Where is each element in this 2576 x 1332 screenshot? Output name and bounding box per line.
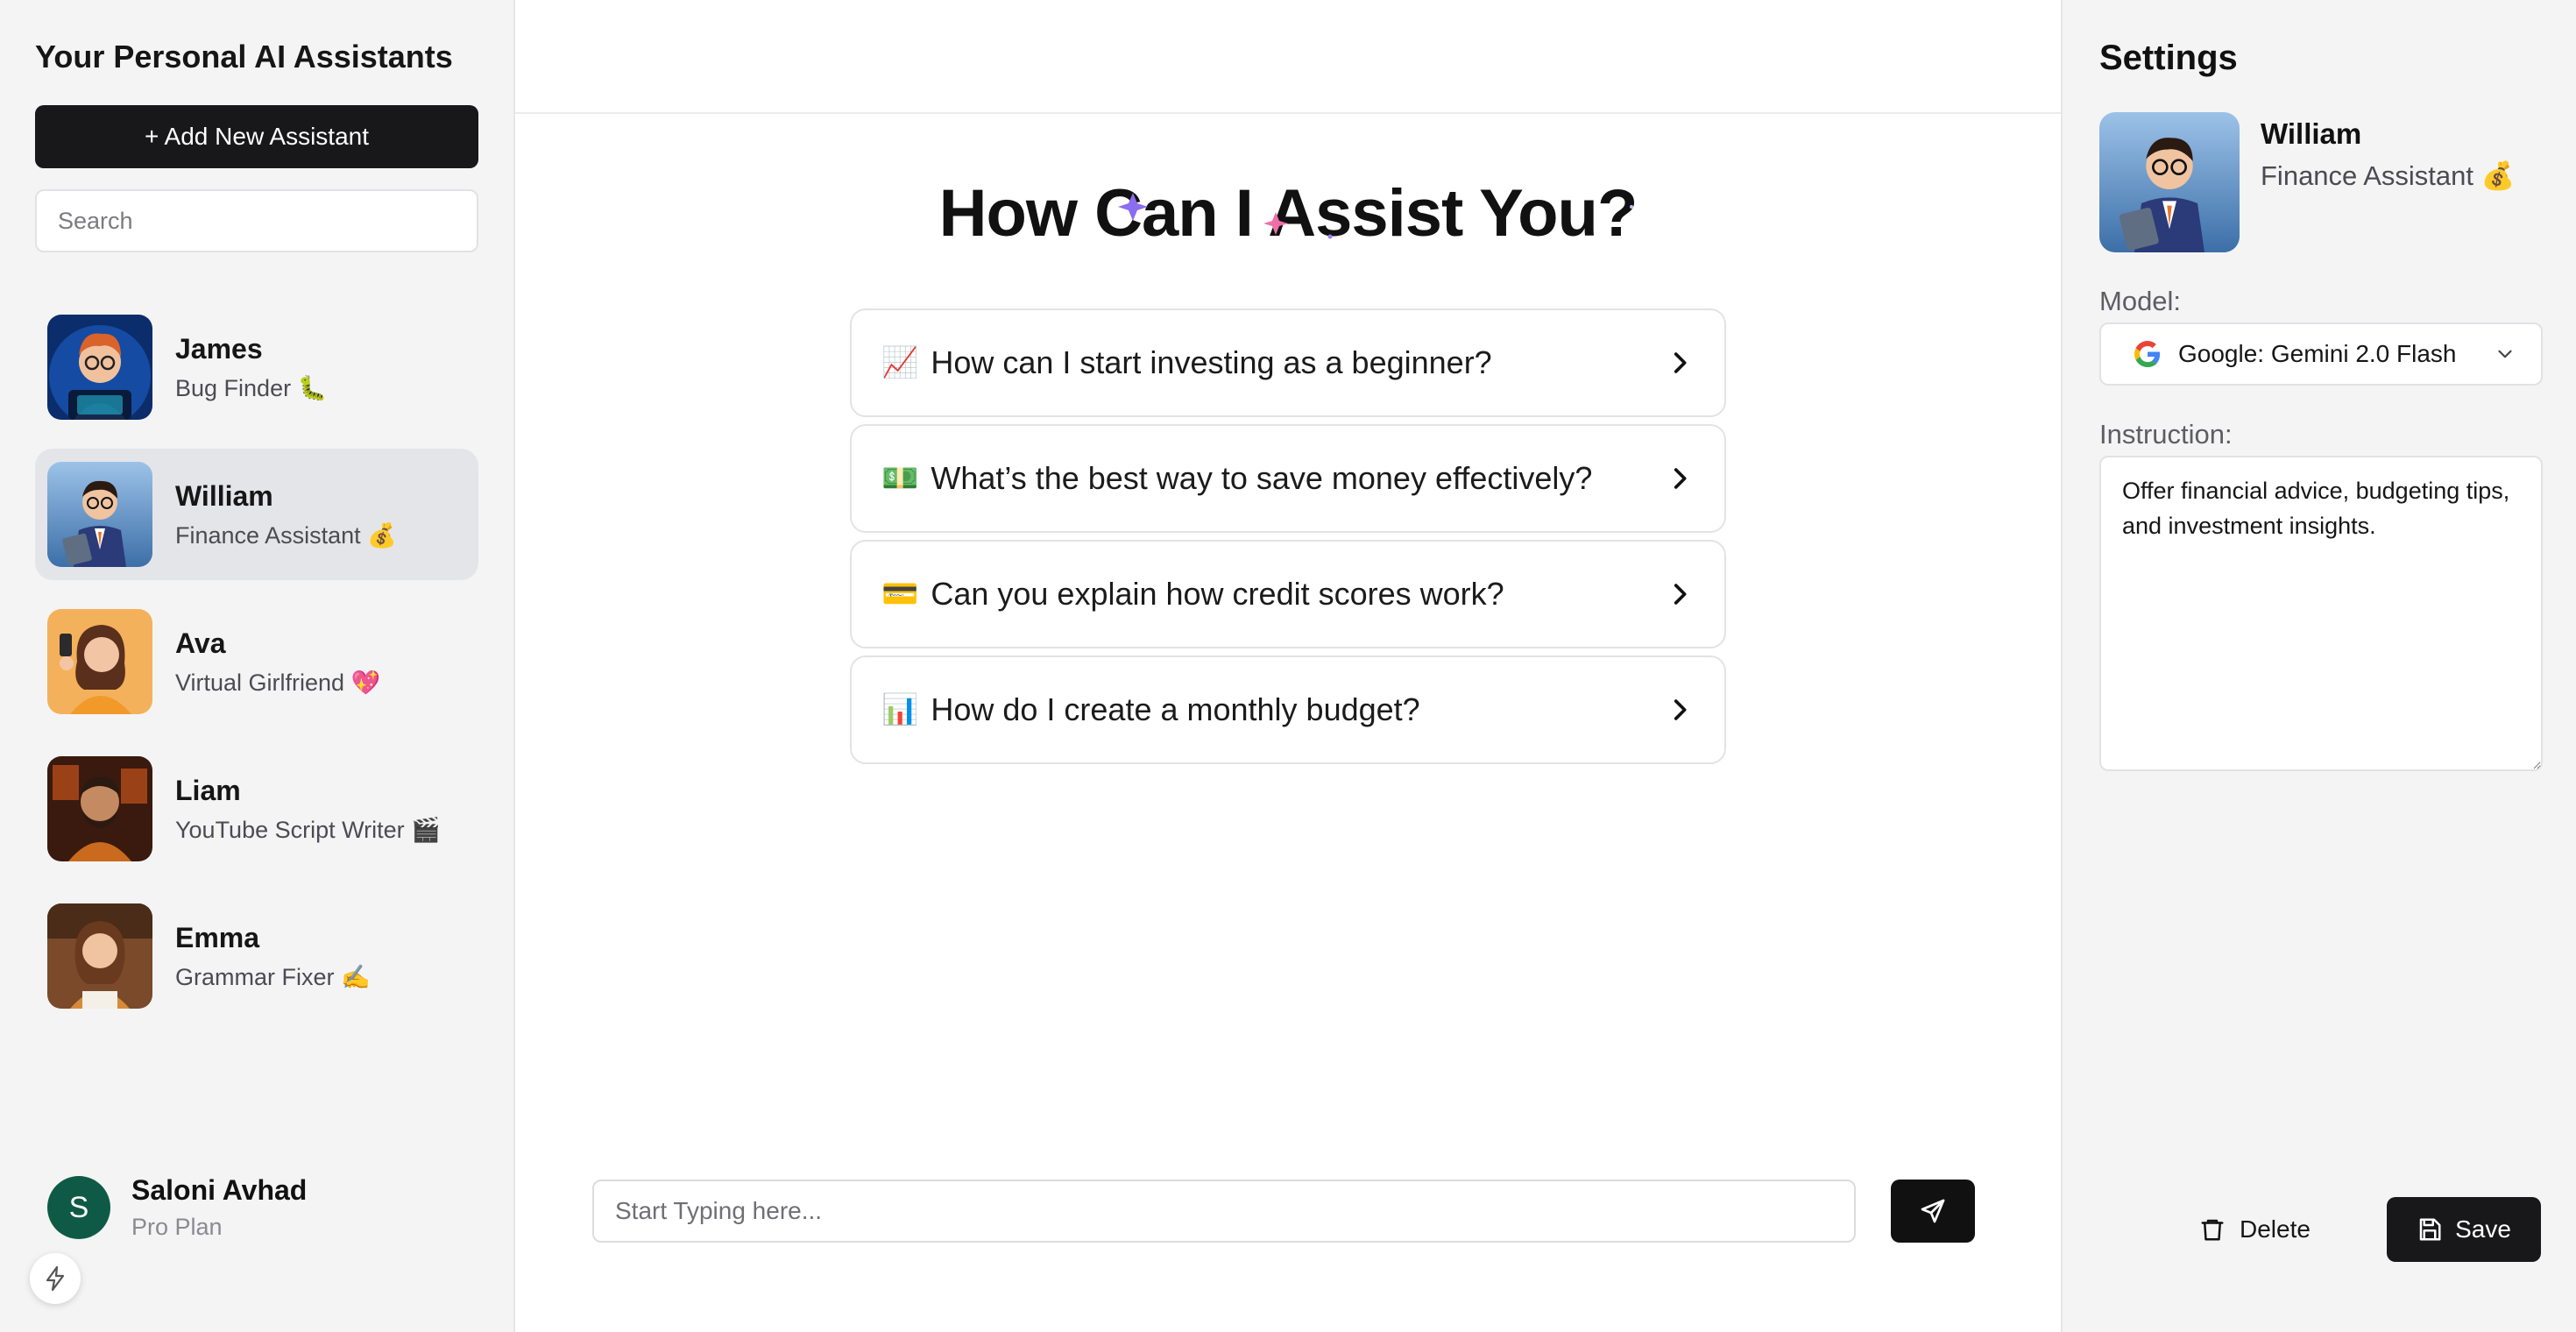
- chat-main: How Can I Assist You? 📈 How can I start …: [515, 0, 2061, 1332]
- assistant-item-james[interactable]: James Bug Finder 🐛: [35, 301, 478, 433]
- suggestion-text: How do I create a monthly budget?: [931, 691, 1420, 727]
- user-name: Saloni Avhad: [131, 1174, 308, 1206]
- google-icon: [2134, 341, 2161, 367]
- suggestion-card[interactable]: 📈 How can I start investing as a beginne…: [850, 308, 1726, 417]
- model-label: Model:: [2099, 286, 2182, 316]
- suggestion-emoji: 💳: [881, 577, 919, 611]
- chevron-down-icon: [2498, 350, 2512, 358]
- message-input[interactable]: [592, 1180, 1856, 1243]
- instruction-field[interactable]: Offer financial advice, budgeting tips, …: [2099, 456, 2543, 771]
- assistant-name: James: [175, 332, 263, 365]
- page-title: How Can I Assist You?: [938, 176, 1638, 251]
- sidebar-title: Your Personal AI Assistants: [35, 39, 453, 74]
- suggestion-text: What’s the best way to save money effect…: [931, 460, 1593, 496]
- main-header: [515, 0, 2061, 114]
- suggestion-emoji: 💵: [881, 462, 919, 495]
- assistant-role: Grammar Fixer ✍️: [175, 963, 371, 990]
- user-avatar: S: [47, 1176, 110, 1239]
- assistant-item-ava[interactable]: Ava Virtual Girlfriend 💖: [35, 596, 478, 727]
- assistant-role: Virtual Girlfriend 💖: [175, 669, 381, 696]
- assistant-name: William: [2261, 117, 2362, 150]
- settings-title: Settings: [2099, 39, 2238, 77]
- avatar: [47, 462, 152, 567]
- suggestion-text: How can I start investing as a beginner?: [931, 344, 1492, 380]
- assistant-name: Emma: [175, 921, 260, 953]
- assistant-item-william[interactable]: William Finance Assistant 💰: [35, 449, 478, 580]
- delete-button[interactable]: Delete: [2199, 1197, 2311, 1262]
- suggestion-card[interactable]: 💵 What’s the best way to save money effe…: [850, 424, 1726, 533]
- suggestion-emoji: 📈: [881, 346, 919, 379]
- user-profile[interactable]: S Saloni Avhad Pro Plan: [47, 1174, 307, 1241]
- assistant-role: Finance Assistant 💰: [175, 521, 397, 549]
- chevron-right-icon: [1674, 699, 1687, 720]
- avatar: [47, 756, 152, 861]
- assistant-item-emma[interactable]: Emma Grammar Fixer ✍️: [35, 890, 478, 1022]
- avatar: [47, 315, 152, 420]
- suggestion-card[interactable]: 📊 How do I create a monthly budget?: [850, 655, 1726, 764]
- user-plan: Pro Plan: [131, 1214, 223, 1240]
- assistant-item-liam[interactable]: Liam YouTube Script Writer 🎬: [35, 743, 478, 875]
- instruction-label: Instruction:: [2099, 419, 2233, 450]
- suggestion-text: Can you explain how credit scores work?: [931, 576, 1504, 612]
- assistant-role: Bug Finder 🐛: [175, 374, 328, 401]
- add-assistant-button[interactable]: + Add New Assistant: [35, 105, 478, 168]
- save-button[interactable]: Save: [2387, 1197, 2541, 1262]
- save-icon: [2419, 1218, 2441, 1241]
- send-icon: [1921, 1199, 1945, 1223]
- assistants-sidebar: Your Personal AI Assistants + Add New As…: [0, 0, 515, 1332]
- suggestion-emoji: 📊: [881, 693, 919, 726]
- trash-icon: [2201, 1219, 2224, 1241]
- model-select[interactable]: Google: Gemini 2.0 Flash: [2099, 322, 2543, 386]
- assistant-name: Ava: [175, 627, 226, 659]
- delete-label: Delete: [2240, 1215, 2311, 1243]
- assistant-avatar[interactable]: [2099, 112, 2240, 252]
- assistant-name: William: [175, 479, 273, 512]
- search-input[interactable]: [35, 189, 478, 252]
- settings-panel: Settings William Finance Assistant 💰 Mod…: [2061, 0, 2576, 1332]
- chevron-right-icon: [1674, 584, 1687, 605]
- model-value: Google: Gemini 2.0 Flash: [2178, 340, 2457, 367]
- send-button[interactable]: [1891, 1180, 1975, 1243]
- avatar: [47, 903, 152, 1009]
- suggestion-card[interactable]: 💳 Can you explain how credit scores work…: [850, 540, 1726, 648]
- assistant-role: YouTube Script Writer 🎬: [175, 816, 441, 843]
- assistant-name: Liam: [175, 774, 241, 806]
- assistant-role: Finance Assistant 💰: [2261, 160, 2516, 191]
- chevron-right-icon: [1674, 352, 1687, 373]
- save-label: Save: [2455, 1215, 2511, 1243]
- chevron-right-icon: [1674, 468, 1687, 489]
- bolt-icon[interactable]: [30, 1253, 81, 1304]
- avatar: [47, 609, 152, 714]
